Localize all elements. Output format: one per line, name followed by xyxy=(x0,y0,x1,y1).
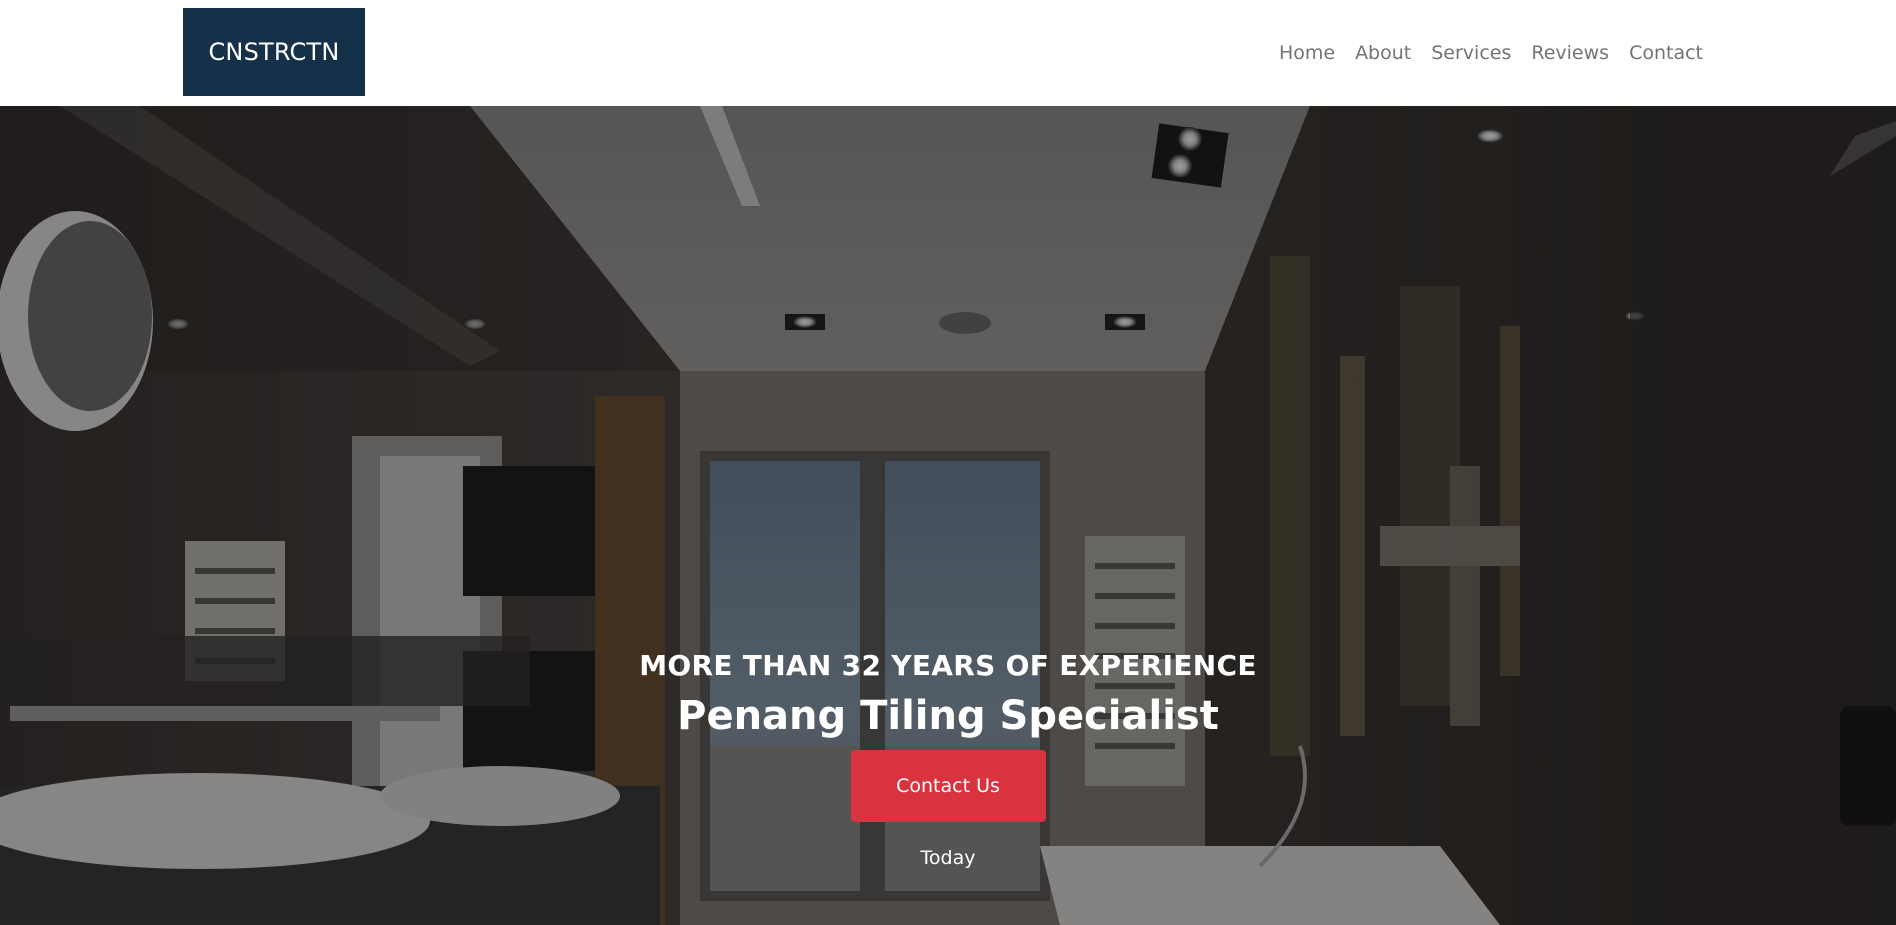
nav-link-about[interactable]: About xyxy=(1345,42,1421,64)
nav-link-reviews[interactable]: Reviews xyxy=(1521,42,1619,64)
brand-logo[interactable]: CNSTRCTN xyxy=(183,8,365,96)
contact-us-button[interactable]: Contact Us Today xyxy=(850,750,1046,869)
hero-title: Penang Tiling Specialist xyxy=(677,693,1219,739)
nav-link-home[interactable]: Home xyxy=(1269,42,1345,64)
navbar: CNSTRCTN Home About Services Reviews Con… xyxy=(0,0,1896,106)
nav-link-contact[interactable]: Contact xyxy=(1619,42,1703,64)
nav-link-services[interactable]: Services xyxy=(1421,42,1521,64)
nav-menu: Home About Services Reviews Contact xyxy=(1269,0,1703,106)
hero-tagline: MORE THAN 32 YEARS OF EXPERIENCE xyxy=(639,649,1257,682)
hero-section: MORE THAN 32 YEARS OF EXPERIENCE Penang … xyxy=(0,106,1896,925)
hero-content: MORE THAN 32 YEARS OF EXPERIENCE Penang … xyxy=(0,646,1896,869)
